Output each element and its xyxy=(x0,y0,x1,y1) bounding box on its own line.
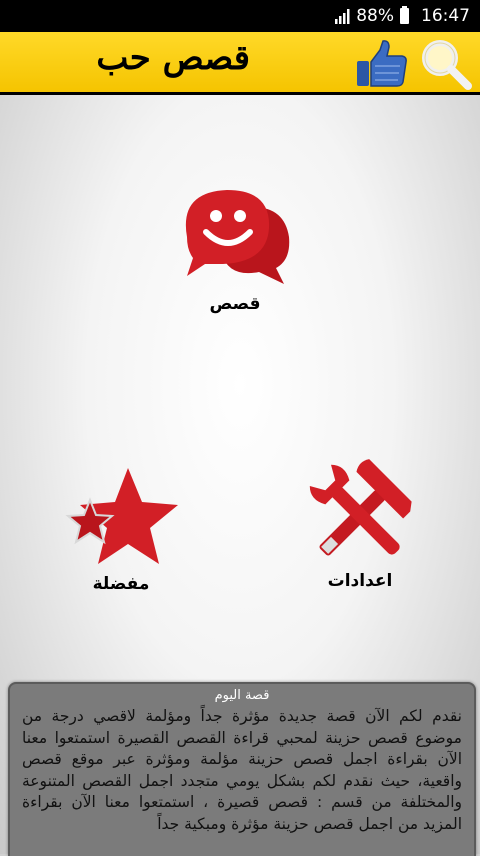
stories-menu-item[interactable]: قصص xyxy=(165,182,305,314)
like-button[interactable] xyxy=(354,36,408,90)
story-of-day-title: قصة اليوم xyxy=(214,688,270,703)
favorites-label: مفضلة xyxy=(92,574,150,594)
favorites-menu-item[interactable]: مفضلة xyxy=(56,460,186,594)
settings-menu-item[interactable]: اعدادات xyxy=(290,455,430,591)
status-bar: 88% 16:47 xyxy=(0,0,480,32)
chat-smile-icon xyxy=(185,190,290,284)
battery-icon xyxy=(400,6,409,24)
search-icon xyxy=(422,40,472,90)
app-header: قصص حب xyxy=(0,32,480,95)
stars-icon xyxy=(65,468,178,564)
search-button[interactable] xyxy=(416,36,472,90)
story-of-day-text: نقدم لكم الآن قصة جديدة مؤثرة جداً ومؤلم… xyxy=(22,707,462,833)
signal-icon xyxy=(335,9,350,24)
story-of-day-panel[interactable]: قصة اليوم نقدم لكم الآن قصة جديدة مؤثرة … xyxy=(8,682,476,856)
stories-label: قصص xyxy=(209,294,261,314)
tools-icon xyxy=(309,459,412,556)
clock: 16:47 xyxy=(421,6,470,26)
app-title: قصص حب xyxy=(96,38,250,78)
thumbs-up-icon xyxy=(357,40,407,87)
battery-percent: 88% xyxy=(356,6,394,26)
settings-label: اعدادات xyxy=(327,571,393,591)
